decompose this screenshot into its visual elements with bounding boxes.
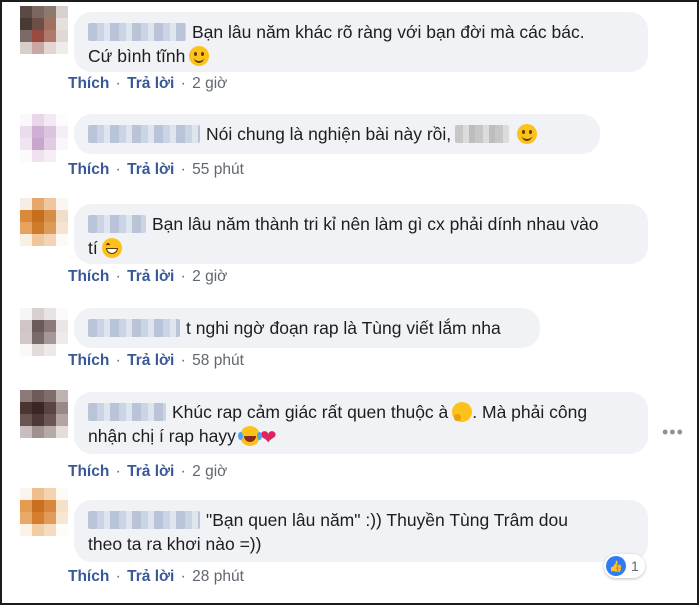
avatar[interactable] [20,6,68,54]
commenter-name[interactable] [88,215,146,233]
smile-emoji-icon [189,46,210,66]
like-button[interactable]: Thích [68,463,109,480]
comment-text: Cứ bình tĩnh [88,46,186,66]
comment-bubble: Bạn lâu năm thành tri kỉ nên làm gì cx p… [74,204,648,264]
avatar[interactable] [20,488,68,536]
timestamp[interactable]: 58 phút [192,352,244,369]
comment-text: t nghi ngờ đoạn rap là Tùng viết lắm nha [186,318,501,338]
comment-text: "Bạn quen lâu năm" :)) Thuyền Tùng Trâm … [206,510,568,530]
comment-bubble: "Bạn quen lâu năm" :)) Thuyền Tùng Trâm … [74,500,648,562]
commenter-name[interactable] [88,403,166,421]
comment-actions: Thích · Trả lời · 2 giờ [68,268,228,285]
comment-text: Nói chung là nghiện bài này rồi, [206,124,452,144]
comment-actions: Thích · Trả lời · 58 phút [68,352,244,369]
smile-emoji-icon [517,124,538,144]
comment-text: tí [88,238,98,258]
comment-bubble: Khúc rap cảm giác rất quen thuộc à . Mà p… [74,392,648,454]
reaction-summary[interactable]: 👍 1 [604,554,645,578]
grin-emoji-icon [101,238,122,258]
laugh-cry-emoji-icon [237,426,260,446]
reply-button[interactable]: Trả lời [127,568,174,585]
more-options-icon[interactable]: ••• [662,422,684,443]
like-button[interactable]: Thích [68,75,109,92]
reply-button[interactable]: Trả lời [127,75,174,92]
like-button[interactable]: Thích [68,568,109,585]
reply-button[interactable]: Trả lời [127,352,174,369]
timestamp[interactable]: 55 phút [192,161,244,178]
comment-actions: Thích · Trả lời · 28 phút [68,568,244,585]
avatar[interactable] [20,390,68,438]
comment-text: nhận chị í rap hayy [88,426,236,446]
commenter-name[interactable] [88,125,200,143]
avatar[interactable] [20,198,68,246]
timestamp[interactable]: 2 giờ [192,75,227,92]
comment-bubble: t nghi ngờ đoạn rap là Tùng viết lắm nha [74,308,540,348]
commenter-name[interactable] [88,23,186,41]
comment-actions: Thích · Trả lời · 55 phút [68,161,244,178]
comment-bubble: Nói chung là nghiện bài này rồi, [74,114,600,154]
comment-text: . Mà phải công [472,402,588,422]
thinking-emoji-icon [452,402,473,422]
timestamp[interactable]: 2 giờ [192,463,227,480]
comment-text: Bạn lâu năm thành tri kỉ nên làm gì cx p… [152,214,599,234]
comment-actions: Thích · Trả lời · 2 giờ [68,75,228,92]
like-button[interactable]: Thích [68,161,109,178]
avatar[interactable] [20,308,68,356]
comment-thread: Bạn lâu năm khác rõ ràng với bạn đời mà … [0,0,699,605]
reply-button[interactable]: Trả lời [127,463,174,480]
comment-actions: Thích · Trả lời · 2 giờ [68,463,228,480]
like-icon: 👍 [606,556,626,576]
comment-text: theo ta ra khơi nào =)) [88,534,262,554]
timestamp[interactable]: 2 giờ [192,268,227,285]
tagged-name[interactable] [455,125,510,143]
comment-bubble: Bạn lâu năm khác rõ ràng với bạn đời mà … [74,12,648,72]
reaction-count: 1 [631,558,639,574]
heart-emoji-icon: ❤ [259,427,277,449]
comment-text: Bạn lâu năm khác rõ ràng với bạn đời mà … [192,22,585,42]
commenter-name[interactable] [88,511,200,529]
reply-button[interactable]: Trả lời [127,161,174,178]
comment-text: Khúc rap cảm giác rất quen thuộc à [172,402,449,422]
like-button[interactable]: Thích [68,352,109,369]
like-button[interactable]: Thích [68,268,109,285]
timestamp[interactable]: 28 phút [192,568,244,585]
avatar[interactable] [20,114,68,162]
commenter-name[interactable] [88,319,180,337]
reply-button[interactable]: Trả lời [127,268,174,285]
